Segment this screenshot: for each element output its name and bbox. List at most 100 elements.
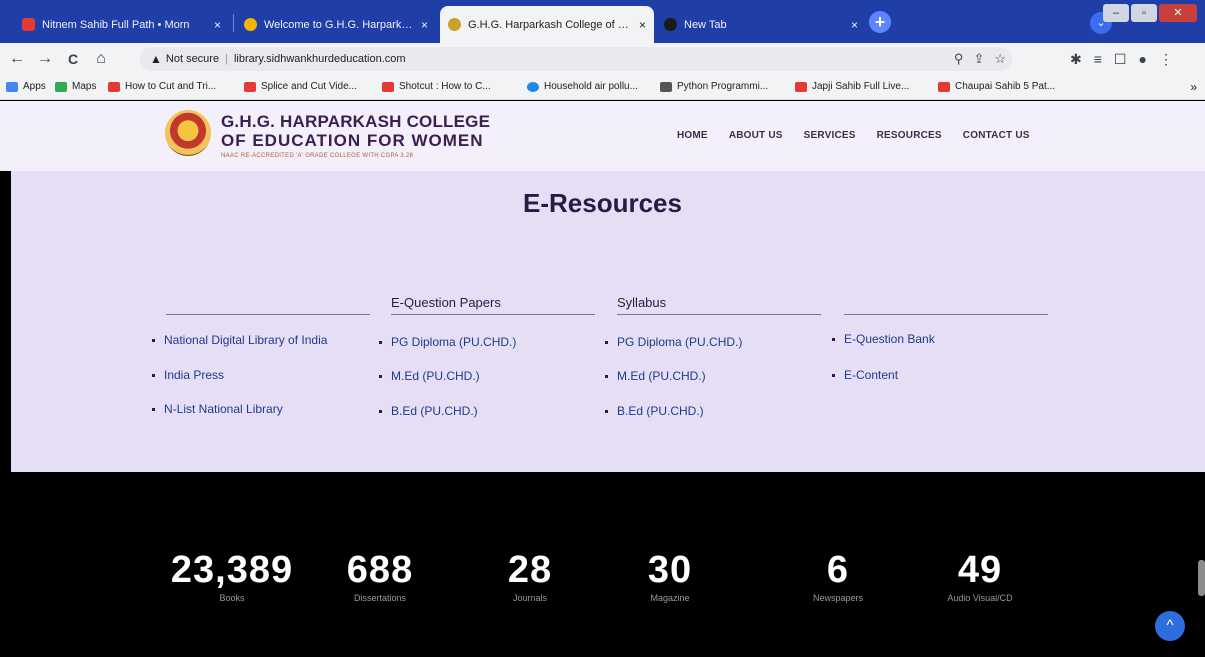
link-e-content[interactable]: E-Content bbox=[832, 368, 898, 382]
new-tab-button[interactable]: + bbox=[869, 11, 891, 33]
link-n-list-library[interactable]: N-List National Library bbox=[152, 402, 283, 416]
bookmark-label: Splice and Cut Vide... bbox=[261, 81, 357, 92]
stat-books: 23,389 Books bbox=[162, 550, 302, 603]
link-syllabus-bed[interactable]: B.Ed (PU.CHD.) bbox=[605, 404, 704, 418]
college-favicon-icon bbox=[244, 18, 257, 31]
close-window-button[interactable]: ✕ bbox=[1159, 4, 1197, 22]
bookmark-star-icon[interactable]: ☆ bbox=[994, 47, 1006, 71]
link-national-digital-library[interactable]: National Digital Library of India bbox=[152, 333, 327, 347]
back-arrow-icon[interactable]: ← bbox=[6, 48, 28, 70]
nav-contact-us[interactable]: CONTACT US bbox=[963, 130, 1030, 141]
nav-about-us[interactable]: ABOUT US bbox=[729, 130, 783, 141]
college-emblem-icon[interactable] bbox=[165, 110, 211, 156]
tab-ghg-college-active[interactable]: G.H.G. Harparkash College of Edu × bbox=[440, 6, 654, 43]
link-text: India Press bbox=[164, 368, 225, 382]
link-india-press[interactable]: India Press bbox=[152, 368, 224, 382]
bookmarks-bar: Apps Maps How to Cut and Tri... Splice a… bbox=[0, 75, 1205, 100]
nav-home[interactable]: HOME bbox=[677, 130, 708, 141]
address-bar[interactable]: ▲ Not secure | library.sidhwankhurdeduca… bbox=[140, 47, 1012, 71]
site-header: G.H.G. HARPARKASH COLLEGE OF EDUCATION F… bbox=[0, 101, 1205, 171]
bullet bbox=[605, 340, 608, 344]
tab-title: G.H.G. Harparkash College of Edu bbox=[468, 18, 633, 31]
link-text: PG Diploma (PU.CHD.) bbox=[391, 335, 517, 349]
stat-label: Audio Visual/CD bbox=[947, 593, 1013, 603]
share-icon[interactable]: ⇪ bbox=[973, 47, 984, 71]
link-syllabus-med[interactable]: M.Ed (PU.CHD.) bbox=[605, 369, 706, 383]
tab-close-icon[interactable]: × bbox=[851, 18, 858, 32]
page-scrollbar[interactable] bbox=[1198, 560, 1205, 596]
tab-title: Welcome to G.H.G. Harparkash bbox=[264, 18, 415, 31]
bookmark-label: Shotcut : How to C... bbox=[399, 81, 491, 92]
restore-button[interactable]: ▫ bbox=[1131, 4, 1157, 22]
home-icon[interactable]: ⌂ bbox=[90, 48, 112, 70]
menu-icon[interactable]: ⋮ bbox=[1159, 47, 1173, 71]
stat-value: 28 bbox=[507, 549, 553, 591]
column-rule bbox=[617, 314, 821, 315]
apps-grid-icon bbox=[6, 81, 18, 92]
stat-value: 49 bbox=[957, 549, 1003, 591]
link-e-question-bank[interactable]: E-Question Bank bbox=[832, 332, 935, 346]
link-text: PG Diploma (PU.CHD.) bbox=[617, 335, 743, 349]
chrome-newtab-icon bbox=[664, 18, 677, 31]
side-panel-icon[interactable]: ☐ bbox=[1114, 47, 1127, 71]
link-qp-med[interactable]: M.Ed (PU.CHD.) bbox=[379, 369, 480, 383]
bookmark-japji[interactable]: Japji Sahib Full Live... bbox=[795, 81, 909, 92]
link-qp-pg-diploma[interactable]: PG Diploma (PU.CHD.) bbox=[379, 335, 516, 349]
tab-close-icon[interactable]: × bbox=[421, 18, 428, 32]
stat-value: 30 bbox=[647, 549, 693, 591]
url-text: library.sidhwankhurdeducation.com bbox=[233, 53, 406, 65]
link-qp-bed[interactable]: B.Ed (PU.CHD.) bbox=[379, 404, 478, 418]
bookmark-splice[interactable]: Splice and Cut Vide... bbox=[244, 81, 357, 92]
forward-arrow-icon[interactable]: → bbox=[34, 48, 56, 70]
link-syllabus-pg-diploma[interactable]: PG Diploma (PU.CHD.) bbox=[605, 335, 742, 349]
column-rule bbox=[166, 314, 370, 315]
stat-audio-visual: 49 Audio Visual/CD bbox=[920, 550, 1040, 603]
security-label: Not secure bbox=[165, 53, 220, 65]
link-text: N-List National Library bbox=[164, 402, 283, 416]
column-header-e-question-papers: E-Question Papers bbox=[391, 295, 501, 310]
link-text: B.Ed (PU.CHD.) bbox=[391, 404, 478, 418]
tab-welcome[interactable]: Welcome to G.H.G. Harparkash × bbox=[236, 6, 436, 43]
bookmark-label: Apps bbox=[23, 81, 46, 92]
minimize-button[interactable]: – bbox=[1103, 4, 1129, 22]
tab-nitnem[interactable]: Nitnem Sahib Full Path • Morn × bbox=[14, 6, 229, 43]
tab-close-icon[interactable]: × bbox=[639, 18, 646, 32]
scroll-to-top-button[interactable]: ^ bbox=[1155, 611, 1185, 641]
bookmark-label: Household air pollu... bbox=[544, 81, 638, 92]
link-text: E-Content bbox=[844, 368, 899, 382]
bookmark-chaupai[interactable]: Chaupai Sahib 5 Pat... bbox=[938, 81, 1055, 92]
bookmark-household[interactable]: Household air pollu... bbox=[527, 81, 638, 92]
link-text: E-Question Bank bbox=[844, 332, 935, 346]
bookmark-apps[interactable]: Apps bbox=[6, 81, 46, 92]
infinity-icon bbox=[660, 81, 672, 92]
bookmark-maps[interactable]: Maps bbox=[55, 81, 96, 92]
nav-services[interactable]: SERVICES bbox=[804, 130, 856, 141]
profile-icon[interactable]: ● bbox=[1138, 47, 1146, 71]
extensions-icon[interactable]: ✱ bbox=[1070, 47, 1082, 71]
tab-new-tab[interactable]: New Tab × bbox=[656, 6, 866, 43]
nav-resources[interactable]: RESOURCES bbox=[877, 130, 942, 141]
bullet bbox=[605, 409, 608, 413]
bookmarks-overflow-icon[interactable]: » bbox=[1190, 80, 1197, 94]
bookmark-python[interactable]: Python Programmi... bbox=[660, 81, 768, 92]
address-separator: | bbox=[225, 53, 228, 65]
logo-title-line1[interactable]: G.H.G. HARPARKASH COLLEGE bbox=[221, 112, 490, 132]
tab-title: Nitnem Sahib Full Path • Morn bbox=[42, 18, 190, 31]
youtube-icon bbox=[108, 81, 120, 92]
youtube-icon bbox=[382, 81, 394, 92]
maps-icon bbox=[55, 81, 67, 92]
link-text: B.Ed (PU.CHD.) bbox=[617, 404, 704, 418]
logo-title-line2[interactable]: OF EDUCATION FOR WOMEN bbox=[221, 131, 484, 151]
bookmark-shotcut[interactable]: Shotcut : How to C... bbox=[382, 81, 491, 92]
link-text: M.Ed (PU.CHD.) bbox=[391, 369, 480, 383]
who-globe-icon bbox=[527, 81, 539, 92]
zoom-icon[interactable]: ⚲ bbox=[954, 47, 964, 71]
reload-icon[interactable]: C bbox=[62, 48, 84, 70]
stat-label: Books bbox=[219, 593, 245, 603]
youtube-icon bbox=[795, 81, 807, 92]
stat-magazine: 30 Magazine bbox=[620, 550, 720, 603]
bookmark-cut-trim[interactable]: How to Cut and Tri... bbox=[108, 81, 216, 92]
youtube-icon bbox=[244, 81, 256, 92]
reading-list-icon[interactable]: ≡ bbox=[1094, 47, 1102, 71]
tab-close-icon[interactable]: × bbox=[214, 18, 221, 32]
